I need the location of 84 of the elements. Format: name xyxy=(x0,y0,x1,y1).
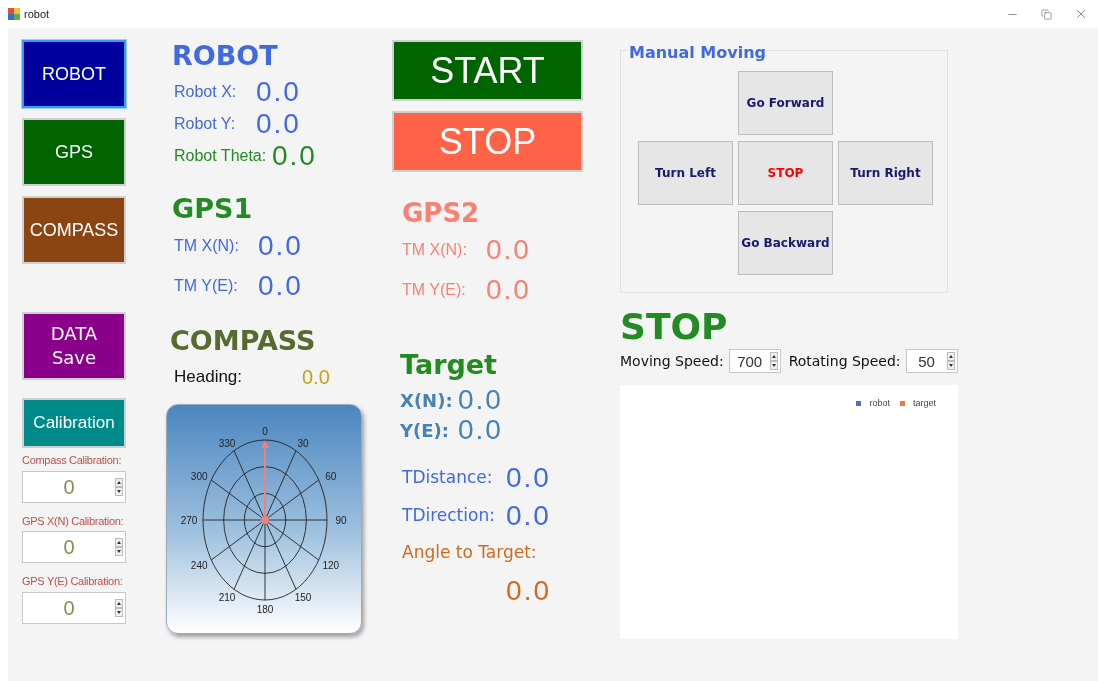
field-value: 0.0 xyxy=(458,416,503,444)
angle-value: 0.0 xyxy=(506,573,551,608)
angle-label: 120 xyxy=(322,559,340,571)
spin-down-icon[interactable] xyxy=(115,607,123,617)
side-button[interactable]: DATA Save xyxy=(22,312,126,380)
field-label: TM Y(E): xyxy=(174,276,239,296)
field-value: 0.0 xyxy=(258,272,303,300)
angle-label: Angle to Target: xyxy=(402,541,538,564)
angle-label: 0 xyxy=(262,426,268,437)
section-heading: ROBOT xyxy=(172,40,279,72)
field-label: X(N): xyxy=(400,388,454,413)
field-value: 0.0 xyxy=(256,78,301,106)
number-spinner[interactable]: 50 xyxy=(905,349,958,373)
move-button[interactable]: Go Backward xyxy=(738,211,833,275)
spinner-value: 0 xyxy=(62,474,76,500)
spinner-value: 50 xyxy=(917,351,936,372)
section-heading: COMPASS xyxy=(170,324,317,358)
calibration-label: GPS X(N) Calibration: xyxy=(22,513,125,529)
angle-label: 30 xyxy=(297,437,309,449)
move-button[interactable]: Turn Right xyxy=(838,141,933,205)
spin-up-icon[interactable] xyxy=(946,352,955,361)
section-heading: GPS1 xyxy=(172,192,254,226)
field-label: TM Y(E): xyxy=(402,280,467,300)
field-value: 0.0 xyxy=(258,232,303,260)
run-button[interactable]: START xyxy=(392,40,583,101)
window-title: robot xyxy=(24,6,50,22)
section-heading: GPS2 xyxy=(402,197,481,230)
spin-up-icon[interactable] xyxy=(115,477,123,487)
angle-label: 300 xyxy=(190,470,208,482)
field-value: 0.0 xyxy=(272,142,317,170)
angle-label: 330 xyxy=(218,437,236,449)
side-button[interactable]: COMPASS xyxy=(22,196,126,264)
number-spinner[interactable]: 0 xyxy=(22,531,126,563)
angle-label: 210 xyxy=(218,592,236,604)
field-label: Y(E): xyxy=(400,418,450,443)
close-icon[interactable] xyxy=(1074,7,1088,21)
side-button[interactable]: GPS xyxy=(22,118,126,186)
field-value: 0.0 xyxy=(458,386,503,414)
move-button[interactable]: Go Forward xyxy=(738,71,833,135)
field-label: Robot Theta: xyxy=(174,146,268,166)
section-heading: Target xyxy=(400,348,499,382)
move-button[interactable]: Turn Left xyxy=(638,141,733,205)
angle-label: 180 xyxy=(256,604,274,615)
spin-down-icon[interactable] xyxy=(115,486,123,496)
angle-label: 270 xyxy=(180,515,198,526)
heading-label: Heading: xyxy=(174,366,244,389)
spin-up-icon[interactable] xyxy=(115,538,123,547)
number-spinner[interactable]: 700 xyxy=(728,349,781,373)
number-spinner[interactable]: 0 xyxy=(22,591,126,624)
spin-up-icon[interactable] xyxy=(769,352,778,361)
field-value: 0.0 xyxy=(486,276,531,304)
spin-down-icon[interactable] xyxy=(115,547,123,556)
legend-label: robot xyxy=(869,397,890,410)
field-label: TDistance: xyxy=(402,466,494,490)
speed-label: Rotating Speed: xyxy=(788,351,901,371)
spin-down-icon[interactable] xyxy=(946,361,955,370)
spinner-value: 0 xyxy=(62,535,76,560)
field-label: Robot Y: xyxy=(174,114,237,134)
spinner-value: 0 xyxy=(62,595,76,621)
legend-label: target xyxy=(913,397,936,410)
field-label: TM X(N): xyxy=(174,236,240,256)
field-value: 0.0 xyxy=(256,110,301,138)
field-value: 0.0 xyxy=(506,464,551,492)
app-icon xyxy=(8,8,20,20)
angle-label: 90 xyxy=(335,515,347,526)
angle-label: 60 xyxy=(325,470,337,482)
spin-down-icon[interactable] xyxy=(769,361,778,370)
calibration-label: Compass Calibration: xyxy=(22,453,123,468)
field-label: TDirection: xyxy=(402,504,496,528)
spinner-value: 700 xyxy=(736,351,764,372)
field-label: Robot X: xyxy=(174,82,238,102)
field-label: TM X(N): xyxy=(402,240,468,260)
number-spinner[interactable]: 0 xyxy=(22,470,126,503)
status-text: STOP xyxy=(620,307,729,347)
field-value: 0.0 xyxy=(486,236,531,264)
angle-label: 150 xyxy=(294,592,312,604)
field-value: 0.0 xyxy=(506,502,551,530)
speed-label: Moving Speed: xyxy=(620,351,724,371)
side-button[interactable]: Calibration xyxy=(22,398,126,448)
angle-label: 240 xyxy=(190,559,208,571)
side-button[interactable]: ROBOT xyxy=(22,40,126,108)
spin-up-icon[interactable] xyxy=(115,598,123,608)
calibration-label: GPS Y(E) Calibration: xyxy=(22,574,124,589)
heading-value: 0.0 xyxy=(302,365,330,390)
